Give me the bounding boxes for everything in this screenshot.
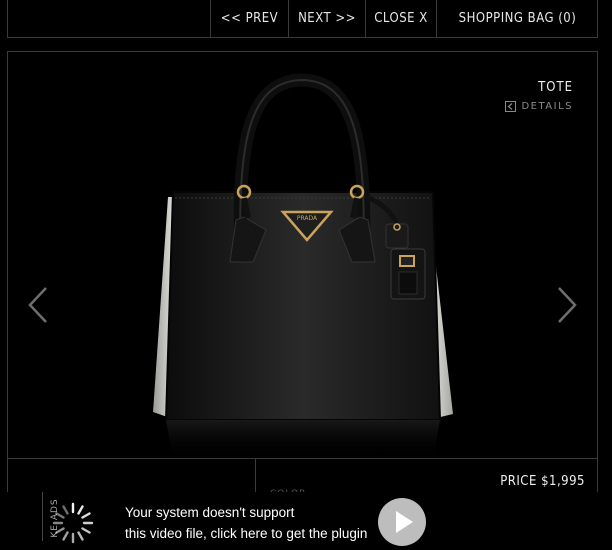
chevron-left-box-icon <box>505 101 517 112</box>
price-label: PRICE $1,995 <box>500 474 585 489</box>
shopping-bag-button[interactable]: SHOPPING BAG (0) <box>436 0 598 37</box>
top-nav-bar: << PREV NEXT >> CLOSE X SHOPPING BAG (0) <box>7 0 598 38</box>
next-button[interactable]: NEXT >> <box>288 0 365 37</box>
play-icon <box>396 511 413 533</box>
close-button[interactable]: CLOSE X <box>365 0 436 37</box>
details-label: DETAILS <box>521 101 573 112</box>
chevron-right-icon <box>558 287 577 323</box>
video-plugin-notice: KE ADS Your system doesn't support this … <box>0 492 612 546</box>
next-image-arrow[interactable] <box>553 284 581 326</box>
plugin-message: Your system doesn't support this video f… <box>125 502 367 544</box>
previous-image-arrow[interactable] <box>24 284 52 326</box>
brand-plate-text: PRADA <box>297 215 318 222</box>
details-link[interactable]: DETAILS <box>505 101 573 112</box>
product-title: TOTE <box>538 80 573 95</box>
product-image: PRADA <box>153 73 453 458</box>
product-viewer: PRADA TOTE DETAILS <box>7 51 598 459</box>
prev-button[interactable]: << PREV <box>210 0 288 37</box>
loading-spinner-icon <box>52 502 94 544</box>
chevron-left-icon <box>28 287 47 323</box>
play-button[interactable] <box>378 498 426 546</box>
plugin-message-line1: Your system doesn't support <box>125 505 295 520</box>
ads-tab[interactable]: KE ADS <box>24 492 60 541</box>
